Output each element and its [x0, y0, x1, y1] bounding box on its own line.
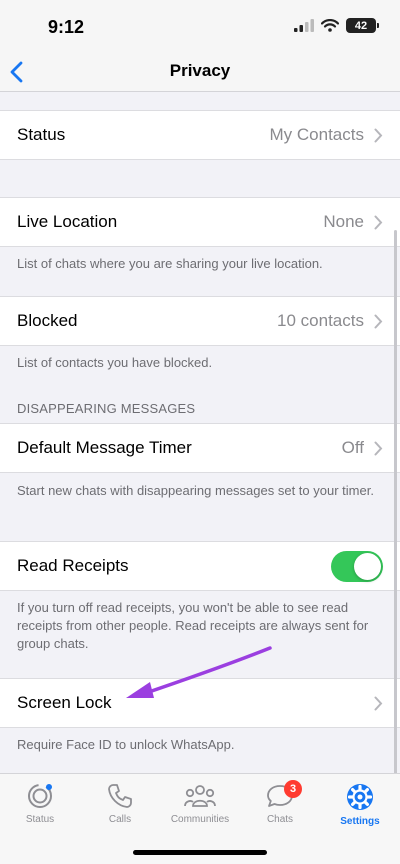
phone-icon: [108, 784, 132, 808]
tab-status[interactable]: Status: [0, 782, 80, 825]
row-read-receipts: Read Receipts: [0, 541, 400, 591]
tab-settings[interactable]: Settings: [320, 782, 400, 827]
page-title: Privacy: [169, 61, 231, 80]
row-label: Default Message Timer: [17, 438, 192, 457]
chevron-right-icon: [374, 696, 383, 711]
battery-level: 42: [354, 19, 368, 32]
row-status[interactable]: Status My Contacts: [0, 110, 400, 160]
cellular-signal-icon: [294, 19, 314, 32]
home-indicator: [133, 850, 267, 855]
live-location-footer: List of chats where you are sharing your…: [17, 256, 323, 271]
row-value: Off: [341, 438, 364, 457]
gear-icon: [347, 784, 373, 810]
status-bar: 9:12 42: [0, 0, 400, 52]
tab-chats[interactable]: 3 Chats: [240, 780, 320, 825]
row-label: Read Receipts: [17, 556, 129, 575]
toggle-knob: [354, 553, 381, 580]
chevron-right-icon: [374, 441, 383, 456]
row-label: Blocked: [17, 311, 78, 330]
row-label: Status: [17, 125, 66, 144]
read-receipts-footer: If you turn off read receipts, you won't…: [17, 600, 369, 651]
row-blocked[interactable]: Blocked 10 contacts: [0, 296, 400, 346]
status-icon: [28, 784, 52, 808]
privacy-settings-list[interactable]: Status My Contacts Live Location None Li…: [0, 93, 400, 773]
row-screen-lock[interactable]: Screen Lock: [0, 678, 400, 728]
scrollbar[interactable]: [394, 230, 397, 775]
section-header-disappearing: DISAPPEARING MESSAGES: [17, 401, 196, 416]
tab-calls[interactable]: Calls: [80, 782, 160, 825]
read-receipts-toggle[interactable]: [331, 551, 383, 582]
row-value: My Contacts: [269, 125, 364, 144]
default-timer-footer: Start new chats with disappearing messag…: [17, 483, 374, 498]
blocked-footer: List of contacts you have blocked.: [17, 355, 213, 370]
tab-label: Communities: [170, 814, 230, 825]
row-value: 10 contacts: [277, 311, 364, 330]
row-value: None: [323, 212, 364, 231]
status-time: 9:12: [48, 17, 85, 37]
tab-label: Status: [25, 814, 55, 825]
status-icons: 42: [294, 18, 379, 33]
row-default-message-timer[interactable]: Default Message Timer Off: [0, 423, 400, 473]
battery-indicator: 42: [346, 18, 379, 33]
chevron-right-icon: [374, 128, 383, 143]
row-label: Screen Lock: [17, 693, 112, 712]
tab-label: Chats: [266, 814, 294, 825]
wifi-icon: [321, 19, 339, 32]
screen-lock-footer: Require Face ID to unlock WhatsApp.: [17, 737, 235, 752]
chevron-right-icon: [374, 314, 383, 329]
tab-communities[interactable]: Communities: [160, 782, 240, 825]
communities-icon: [184, 785, 216, 807]
row-live-location[interactable]: Live Location None: [0, 197, 400, 247]
row-label: Live Location: [17, 212, 118, 231]
tab-label: Settings: [340, 816, 380, 827]
tab-label: Calls: [108, 814, 132, 825]
navigation-bar: Privacy: [0, 52, 400, 92]
chats-unread-badge: 3: [284, 780, 302, 798]
chevron-right-icon: [374, 215, 383, 230]
